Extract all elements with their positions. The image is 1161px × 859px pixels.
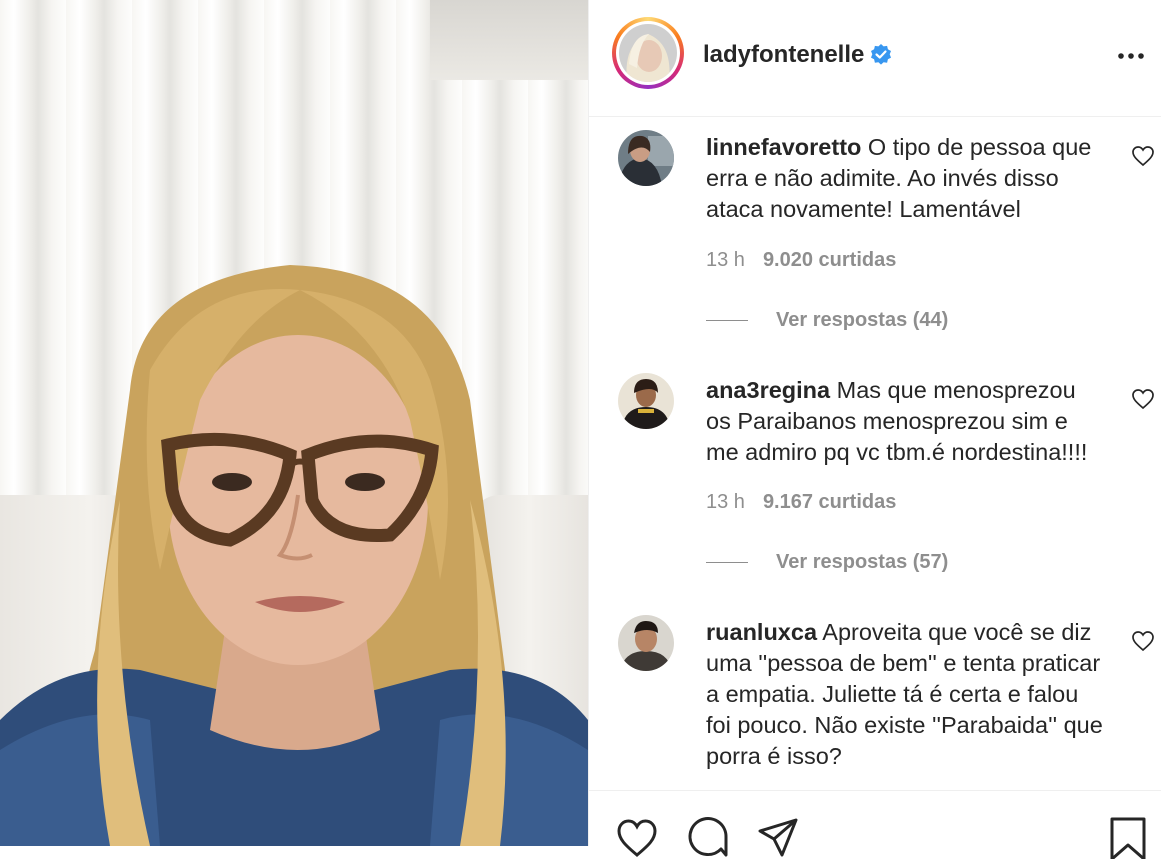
comment-time[interactable]: 13 h	[706, 249, 745, 271]
comment-username[interactable]: ruanluxca	[706, 619, 817, 645]
post-header: ladyfontenelle	[589, 0, 1161, 117]
comment-likes[interactable]: 9.167 curtidas	[763, 491, 896, 513]
comment-avatar[interactable]	[618, 130, 674, 186]
post-actions-bar	[589, 790, 1161, 859]
comment-body: linnefavoretto O tipo de pessoa que erra…	[706, 132, 1106, 225]
comment-avatar[interactable]	[618, 615, 674, 671]
comment-username[interactable]: linnefavoretto	[706, 134, 861, 160]
comment-avatar-image	[618, 130, 674, 186]
view-replies-button[interactable]: Ver respostas (44)	[706, 309, 948, 332]
like-comment-heart-icon[interactable]	[1131, 629, 1155, 653]
like-comment-heart-icon[interactable]	[1131, 387, 1155, 411]
comment-avatar-image	[618, 615, 674, 671]
post-username[interactable]: ladyfontenelle	[703, 41, 864, 69]
comment-username[interactable]: ana3regina	[706, 377, 830, 403]
comment-meta: 13 h 9.020 curtidas	[706, 249, 896, 272]
comment-avatar[interactable]	[618, 373, 674, 429]
replies-divider	[706, 320, 748, 322]
replies-divider	[706, 562, 748, 564]
comment-time[interactable]: 13 h	[706, 491, 745, 513]
comment-body: ana3regina Mas que menosprezou os Paraib…	[706, 375, 1106, 468]
send-icon[interactable]	[756, 815, 800, 859]
heart-icon[interactable]	[615, 815, 659, 859]
bookmark-icon[interactable]	[1106, 815, 1150, 859]
background-wall	[430, 0, 588, 80]
post-sidebar: ladyfontenelle linnefavoretto O tipo de …	[588, 0, 1161, 859]
post-media[interactable]	[0, 0, 588, 846]
comment-likes[interactable]: 9.020 curtidas	[763, 249, 896, 271]
view-replies-label[interactable]: Ver respostas (44)	[776, 309, 948, 331]
like-comment-heart-icon[interactable]	[1131, 144, 1155, 168]
comment-avatar-image	[618, 373, 674, 429]
avatar-image	[619, 24, 677, 82]
comment-meta: 13 h 9.167 curtidas	[706, 491, 896, 514]
view-replies-label[interactable]: Ver respostas (57)	[776, 551, 948, 573]
avatar[interactable]	[619, 24, 677, 82]
person-illustration	[0, 265, 588, 846]
view-replies-button[interactable]: Ver respostas (57)	[706, 551, 948, 574]
story-ring[interactable]	[612, 17, 684, 89]
comment-icon[interactable]	[686, 815, 730, 859]
comment-body: ruanluxca Aproveita que você se diz uma …	[706, 617, 1106, 772]
more-options-icon[interactable]	[1115, 44, 1147, 68]
verified-badge-icon	[871, 44, 891, 65]
